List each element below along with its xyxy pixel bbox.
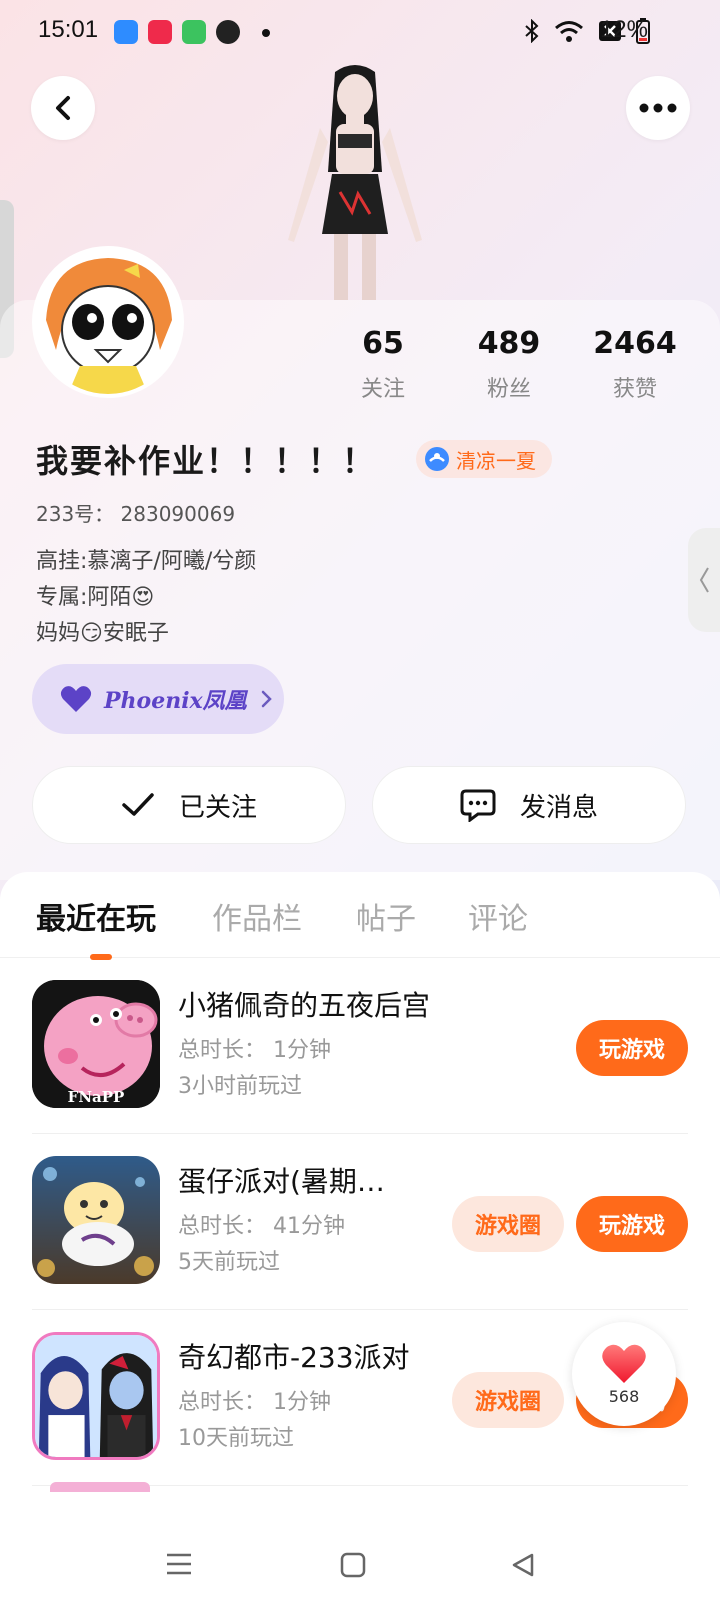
more-dots-icon bbox=[639, 103, 677, 113]
tab-works[interactable]: 作品栏 bbox=[212, 894, 302, 938]
game-icon-text: FNaPP bbox=[67, 1088, 125, 1106]
send-message-button[interactable]: 发消息 bbox=[372, 766, 686, 844]
game-icon[interactable] bbox=[32, 1332, 160, 1460]
fantasy-city-icon bbox=[35, 1335, 157, 1457]
phoenix-label: Phoenix凤凰 bbox=[104, 688, 247, 714]
followed-label: 已关注 bbox=[178, 792, 257, 823]
game-title: 蛋仔派对(暑期… bbox=[178, 1165, 385, 1198]
purple-heart-icon bbox=[60, 686, 92, 712]
avatar[interactable] bbox=[32, 246, 184, 398]
game-circle-button[interactable]: 游戏圈 bbox=[452, 1196, 564, 1252]
game-duration: 总时长： 41分钟 bbox=[178, 1214, 345, 1239]
followed-button[interactable]: 已关注 bbox=[32, 766, 346, 844]
stat-label: 粉丝 bbox=[486, 377, 531, 402]
chevron-left-icon bbox=[56, 96, 70, 120]
profile-stats: 65 关注 489 粉丝 2464 获赞 bbox=[320, 326, 700, 403]
bio: 高挂:慕漓子/阿曦/兮颜 专属:阿陌😍 妈妈😏安眠子 bbox=[36, 544, 256, 652]
like-floating-button[interactable]: 568 bbox=[572, 1322, 676, 1426]
like-count: 568 bbox=[608, 1386, 640, 1406]
tab-bar: 最近在玩 作品栏 帖子 评论 bbox=[0, 872, 720, 960]
chevron-right-icon bbox=[261, 690, 272, 708]
bio-line: 高挂:慕漓子/阿曦/兮颜 bbox=[36, 549, 257, 574]
heart-icon bbox=[602, 1344, 646, 1383]
chat-icon bbox=[460, 789, 496, 822]
app-notification-icon bbox=[114, 20, 138, 44]
user-id[interactable]: 233号： 283090069 bbox=[36, 498, 235, 527]
calendar-app-icon bbox=[182, 20, 206, 44]
play-game-button[interactable]: 玩游戏 bbox=[576, 1196, 688, 1252]
status-time: 15:01 bbox=[38, 16, 99, 43]
game-duration: 总时长： 1分钟 bbox=[178, 1038, 331, 1063]
avatar-3d-character[interactable] bbox=[280, 62, 430, 300]
game-icon[interactable]: FNaPP bbox=[32, 980, 160, 1108]
tab-posts[interactable]: 帖子 bbox=[356, 894, 416, 938]
back-button[interactable] bbox=[31, 76, 95, 140]
game-duration: 总时长： 1分钟 bbox=[178, 1390, 331, 1415]
stat-label: 关注 bbox=[360, 377, 405, 402]
home-icon[interactable] bbox=[340, 1552, 366, 1578]
game-last-played: 5天前玩过 bbox=[178, 1250, 280, 1275]
stat-fans[interactable]: 489 粉丝 bbox=[446, 326, 572, 403]
tab-recent-play[interactable]: 最近在玩 bbox=[36, 894, 156, 938]
menu-icon[interactable] bbox=[166, 1552, 192, 1576]
more-notifications-dot bbox=[262, 29, 270, 37]
stat-likes[interactable]: 2464 获赞 bbox=[572, 326, 698, 403]
summer-badge[interactable]: 清凉一夏 bbox=[416, 440, 552, 478]
stat-following[interactable]: 65 关注 bbox=[320, 326, 446, 403]
side-drawer-tab[interactable] bbox=[688, 528, 720, 632]
stat-number: 2464 bbox=[593, 326, 677, 361]
back-triangle-icon[interactable] bbox=[510, 1552, 536, 1578]
bluetooth-icon bbox=[525, 19, 539, 43]
badge-label: 清凉一夏 bbox=[456, 448, 536, 473]
status-bar: 15:01 12% bbox=[0, 0, 720, 64]
bio-line: 妈妈😏安眠子 bbox=[36, 621, 169, 646]
system-nav-bar bbox=[0, 1520, 720, 1612]
more-button[interactable] bbox=[626, 76, 690, 140]
game-circle-button[interactable]: 游戏圈 bbox=[452, 1372, 564, 1428]
stat-number: 65 bbox=[362, 326, 404, 361]
avatar-image bbox=[36, 250, 180, 394]
next-game-icon-peek bbox=[50, 1482, 150, 1492]
game-title: 小猪佩奇的五夜后宫 bbox=[178, 989, 431, 1022]
message-label: 发消息 bbox=[519, 792, 598, 823]
battery-percent: 12% bbox=[599, 16, 648, 43]
wifi-icon bbox=[555, 21, 583, 42]
check-icon bbox=[122, 793, 154, 816]
content-panel: 最近在玩 作品栏 帖子 评论 FNaPP 小猪佩奇的五夜后宫 总时长： 1分钟 … bbox=[0, 872, 720, 1612]
badge-icon bbox=[425, 447, 449, 471]
video-app-icon bbox=[148, 20, 172, 44]
stat-number: 489 bbox=[477, 326, 541, 361]
stat-label: 获赞 bbox=[612, 377, 657, 402]
eggy-party-icon bbox=[32, 1156, 160, 1284]
phoenix-badge[interactable]: Phoenix凤凰 bbox=[32, 664, 284, 734]
game-last-played: 3小时前玩过 bbox=[178, 1074, 302, 1099]
game-row[interactable]: FNaPP 小猪佩奇的五夜后宫 总时长： 1分钟 3小时前玩过 玩游戏 bbox=[32, 958, 688, 1134]
game-title: 奇幻都市-233派对 bbox=[178, 1341, 410, 1374]
game-row[interactable]: 蛋仔派对(暑期… 总时长： 41分钟 5天前玩过 游戏圈 玩游戏 bbox=[32, 1134, 688, 1310]
play-game-button[interactable]: 玩游戏 bbox=[576, 1020, 688, 1076]
bio-line: 专属:阿陌😍 bbox=[36, 585, 155, 610]
chevron-left-icon bbox=[699, 567, 709, 593]
qq-icon bbox=[216, 20, 240, 44]
tab-comments[interactable]: 评论 bbox=[468, 894, 528, 938]
game-last-played: 10天前玩过 bbox=[178, 1426, 294, 1451]
game-icon[interactable] bbox=[32, 1156, 160, 1284]
nickname: 我要补作业！！！！！ bbox=[36, 442, 377, 480]
